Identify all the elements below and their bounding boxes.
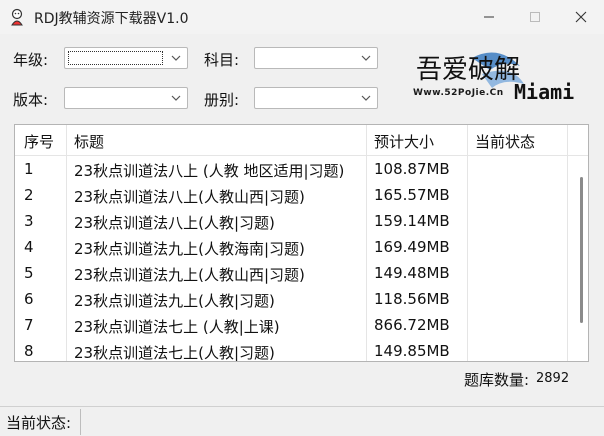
scrollbar-thumb[interactable] [580, 177, 583, 323]
row-title: 23秋点训道法七上(人教|习题) [74, 344, 275, 362]
close-icon [575, 11, 587, 23]
table-row[interactable]: 8 23秋点训道法七上(人教|习题) 149.85MB [15, 338, 575, 362]
close-button[interactable] [558, 0, 604, 34]
row-no: 6 [24, 290, 34, 308]
row-size: 169.49MB [374, 238, 450, 256]
table-row[interactable]: 3 23秋点训道法八上(人教|习题) 159.14MB [15, 208, 575, 234]
table-row[interactable]: 5 23秋点训道法九上(人教山西|习题) 149.48MB [15, 260, 575, 286]
vertical-scrollbar[interactable] [574, 155, 588, 361]
question-bank-count-value: 2892 [536, 371, 570, 386]
status-divider [80, 409, 81, 435]
table-row[interactable]: 7 23秋点训道法七上 (人教|上课) 866.72MB [15, 312, 575, 338]
col-header-status[interactable]: 当前状态 [475, 131, 535, 152]
row-no: 4 [24, 238, 34, 256]
row-title: 23秋点训道法七上 (人教|上课) [74, 318, 280, 336]
row-size: 149.48MB [374, 264, 450, 282]
row-size: 149.85MB [374, 342, 450, 360]
table-header: 序号 标题 预计大小 当前状态 [15, 125, 588, 156]
grade-label: 年级: [13, 51, 49, 69]
status-label: 当前状态: [6, 414, 72, 432]
edition-select[interactable] [64, 87, 188, 109]
maximize-button[interactable] [512, 0, 558, 34]
grade-select[interactable] [64, 47, 188, 69]
chevron-down-icon [171, 55, 181, 61]
logo-name: Miami [514, 80, 575, 104]
row-no: 7 [24, 316, 34, 334]
table-row[interactable]: 4 23秋点训道法九上(人教海南|习题) 169.49MB [15, 234, 575, 260]
table-row[interactable]: 2 23秋点训道法八上(人教山西|习题) 165.57MB [15, 182, 575, 208]
row-size: 118.56MB [374, 290, 450, 308]
volume-select[interactable] [254, 87, 378, 109]
row-size: 159.14MB [374, 212, 450, 230]
volume-label: 册别: [204, 91, 240, 109]
row-size: 165.57MB [374, 186, 450, 204]
row-no: 3 [24, 212, 34, 230]
logo-subtext: Www.52PoJie.Cn [413, 88, 504, 98]
row-title: 23秋点训道法八上(人教山西|习题) [74, 188, 305, 206]
app-window: RDJ教辅资源下载器V1.0 年级: 科目: 版本: 册别: 吾爱破解 Www.… [0, 0, 604, 436]
subject-select[interactable] [254, 47, 378, 69]
table-row[interactable]: 1 23秋点训道法八上 (人教 地区适用|习题) 108.87MB [15, 156, 575, 182]
app-icon [11, 8, 23, 26]
minimize-icon [484, 16, 494, 18]
edition-label: 版本: [13, 91, 49, 109]
row-no: 5 [24, 264, 34, 282]
row-size: 866.72MB [374, 316, 450, 334]
col-header-size[interactable]: 预计大小 [374, 131, 434, 152]
chevron-down-icon [361, 55, 371, 61]
row-no: 2 [24, 186, 34, 204]
row-title: 23秋点训道法九上(人教山西|习题) [74, 266, 305, 284]
question-bank-count-label: 题库数量: [464, 371, 530, 389]
subject-label: 科目: [204, 51, 240, 69]
title-bar[interactable]: RDJ教辅资源下载器V1.0 [0, 0, 604, 34]
row-title: 23秋点训道法九上(人教海南|习题) [74, 240, 305, 258]
row-size: 108.87MB [374, 160, 450, 178]
row-title: 23秋点训道法八上 (人教 地区适用|习题) [74, 162, 345, 180]
row-title: 23秋点训道法九上(人教|习题) [74, 292, 275, 310]
minimize-button[interactable] [466, 0, 512, 34]
col-header-title[interactable]: 标题 [74, 131, 104, 152]
focus-rect [68, 51, 163, 65]
row-no: 1 [24, 160, 34, 178]
row-title: 23秋点训道法八上(人教|习题) [74, 214, 275, 232]
col-header-no[interactable]: 序号 [24, 131, 54, 152]
logo-text: 吾爱破解 [416, 55, 520, 85]
row-no: 8 [24, 342, 34, 360]
window-title: RDJ教辅资源下载器V1.0 [34, 11, 189, 27]
chevron-down-icon [171, 95, 181, 101]
maximize-icon [530, 12, 540, 22]
status-bar: 当前状态: [0, 406, 604, 436]
resource-table[interactable]: 序号 标题 预计大小 当前状态 1 23秋点训道法八上 (人教 地区适用|习题)… [14, 124, 589, 362]
table-row[interactable]: 6 23秋点训道法九上(人教|习题) 118.56MB [15, 286, 575, 312]
chevron-down-icon [361, 95, 371, 101]
